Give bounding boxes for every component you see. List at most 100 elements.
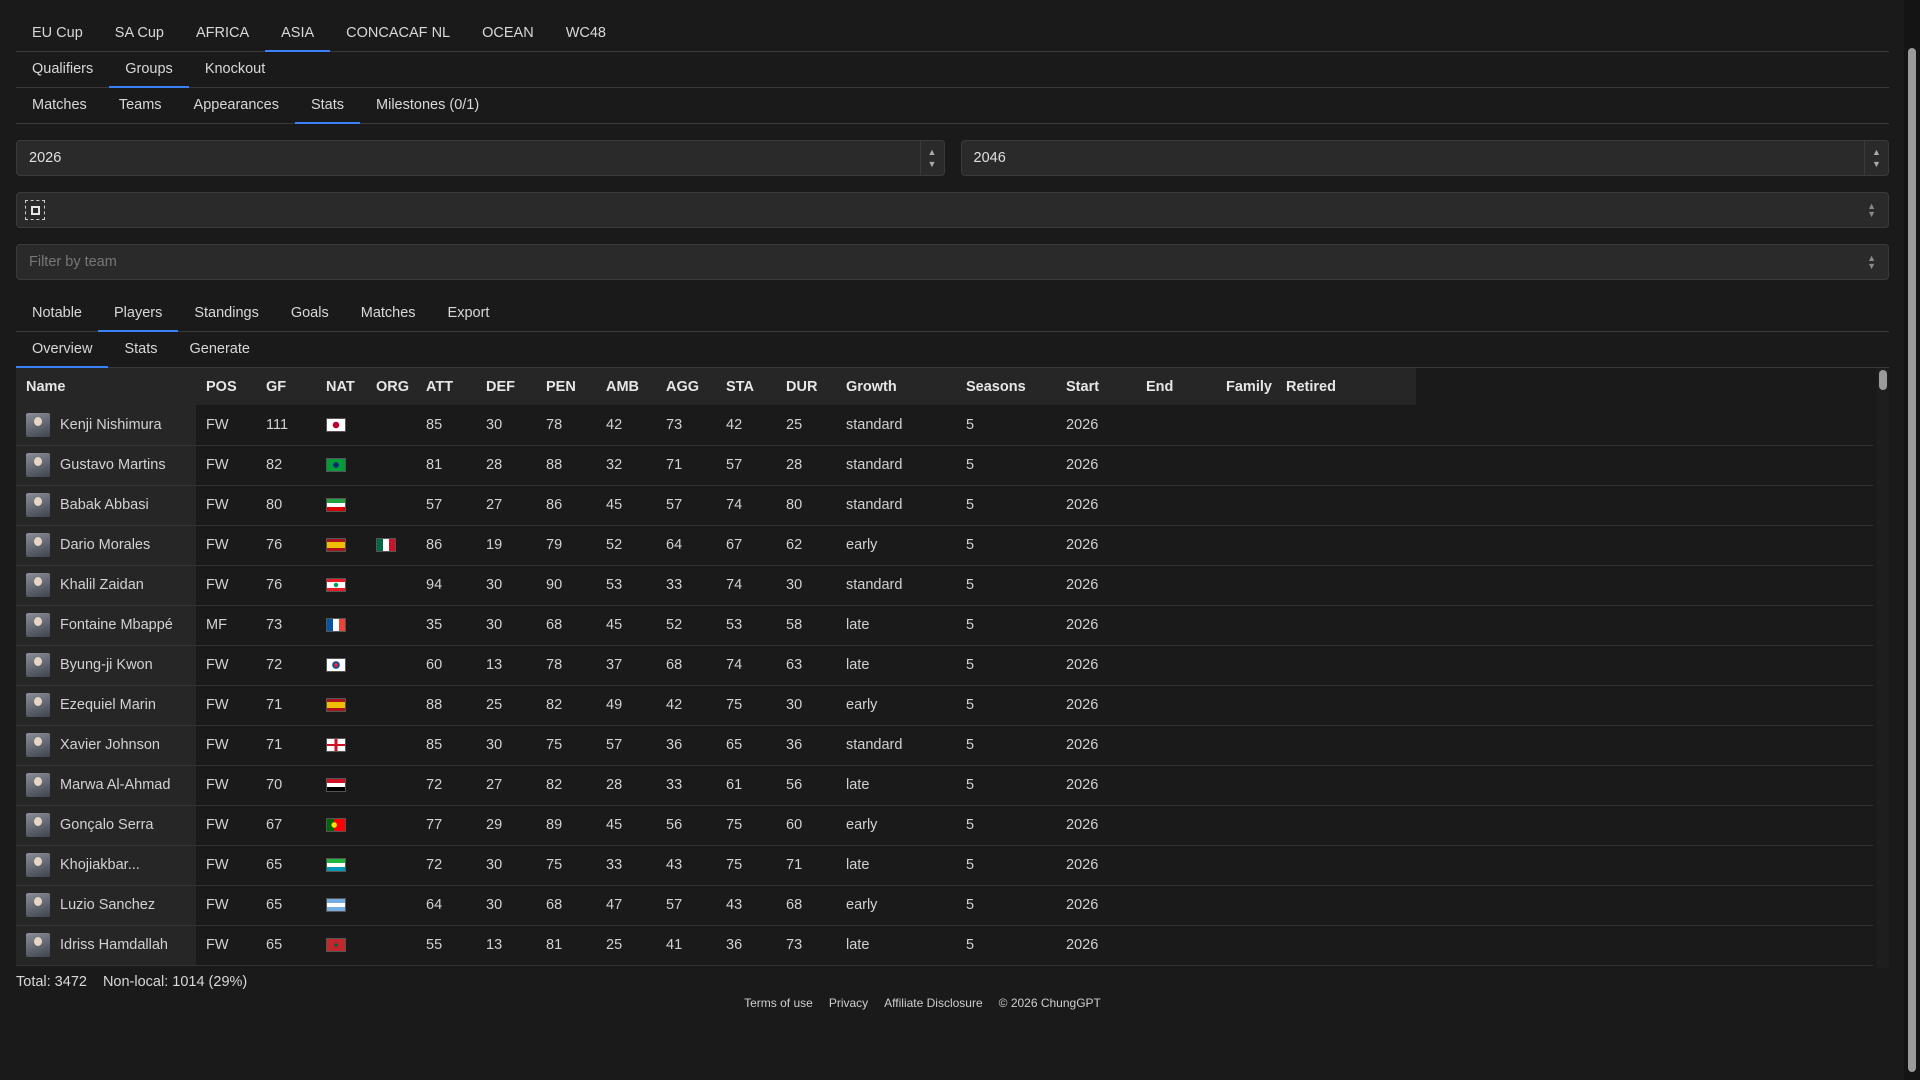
player-name-cell[interactable]: Xavier Johnson	[16, 725, 196, 766]
table-row[interactable]: Idriss Hamdallah FW 65 55 13 81 25 41 36 73 late 5 2…	[16, 925, 1873, 966]
tab-overview[interactable]: Overview	[16, 332, 109, 368]
column-header-agg[interactable]: AGG	[656, 368, 716, 405]
terms-link[interactable]: Terms of use	[744, 996, 813, 1010]
column-header-org[interactable]: ORG	[366, 368, 416, 405]
page-scrollbar[interactable]	[1904, 0, 1920, 1080]
column-header-pos[interactable]: POS	[196, 368, 256, 405]
column-header-end[interactable]: End	[1136, 368, 1216, 405]
player-name-cell[interactable]: Dario Morales	[16, 525, 196, 566]
player-name[interactable]: Khalil Zaidan	[60, 577, 144, 593]
team-filter-select[interactable]: Filter by team ▲ ▼	[16, 244, 1889, 280]
player-name[interactable]: Marwa Al-Ahmad	[60, 777, 170, 793]
tab-wc48[interactable]: WC48	[550, 16, 622, 52]
chevron-down-icon[interactable]: ▼	[1872, 158, 1881, 170]
year-to-input[interactable]: 2046 ▲ ▼	[960, 140, 1889, 176]
player-name[interactable]: Gustavo Martins	[60, 457, 166, 473]
column-header-nat[interactable]: NAT	[316, 368, 366, 405]
chevron-up-icon[interactable]: ▲	[1872, 146, 1881, 158]
player-name[interactable]: Dario Morales	[60, 537, 150, 553]
player-name-cell[interactable]: Gonçalo Serra	[16, 805, 196, 846]
tab-generate[interactable]: Generate	[173, 332, 265, 368]
player-name[interactable]: Gonçalo Serra	[60, 817, 154, 833]
tab-asia[interactable]: ASIA	[265, 16, 331, 52]
column-header-growth[interactable]: Growth	[836, 368, 956, 405]
chevron-up-icon[interactable]: ▲	[928, 146, 937, 158]
table-row[interactable]: Xavier Johnson FW 71 85 30 75 57 36 65 36 standard…	[16, 725, 1873, 766]
tab-milestones[interactable]: Milestones (0/1)	[360, 88, 495, 124]
column-header-retired[interactable]: Retired	[1276, 368, 1416, 405]
player-name[interactable]: Idriss Hamdallah	[60, 937, 168, 953]
player-name-cell[interactable]: Byung-ji Kwon	[16, 645, 196, 686]
player-name[interactable]: Kenji Nishimura	[60, 417, 162, 433]
table-row[interactable]: Gustavo Martins FW 82 81 28 88 32 71 57 28 standar…	[16, 445, 1873, 486]
tab-stats[interactable]: Stats	[294, 88, 361, 124]
tab-goals[interactable]: Goals	[275, 296, 345, 332]
player-name-cell[interactable]: Khalil Zaidan	[16, 565, 196, 606]
column-header-def[interactable]: DEF	[476, 368, 536, 405]
table-row[interactable]: Dario Morales FW 76 86 19 79 52 64 67 62 early 5 202…	[16, 525, 1873, 566]
player-name-cell[interactable]: Fontaine Mbappé	[16, 605, 196, 646]
tab-matches[interactable]: Matches	[16, 88, 103, 124]
player-name-cell[interactable]: Luzio Sanchez	[16, 885, 196, 926]
player-name-cell[interactable]: Kenji Nishimura	[16, 405, 196, 446]
table-row[interactable]: Khojiakbar... FW 65 72 30 75 33 43 75 71 late 5 2026	[16, 845, 1873, 886]
player-name-cell[interactable]: Ezequiel Marin	[16, 685, 196, 726]
privacy-link[interactable]: Privacy	[829, 996, 868, 1010]
column-header-family[interactable]: Family	[1216, 368, 1276, 405]
affiliate-link[interactable]: Affiliate Disclosure	[884, 996, 982, 1010]
tab-concacaf-nl[interactable]: CONCACAF NL	[330, 16, 466, 52]
player-name[interactable]: Babak Abbasi	[60, 497, 149, 513]
tab-eu-cup[interactable]: EU Cup	[16, 16, 99, 52]
tab-qualifiers[interactable]: Qualifiers	[16, 52, 109, 88]
column-header-dur[interactable]: DUR	[776, 368, 836, 405]
tab-sa-cup[interactable]: SA Cup	[99, 16, 180, 52]
tab-export[interactable]: Export	[432, 296, 506, 332]
tab-appearances[interactable]: Appearances	[178, 88, 295, 124]
player-name-cell[interactable]: Khojiakbar...	[16, 845, 196, 886]
select-all-icon[interactable]	[25, 200, 45, 220]
page-scrollbar-thumb[interactable]	[1908, 48, 1916, 1072]
table-scrollbar[interactable]	[1877, 368, 1889, 968]
tab-teams[interactable]: Teams	[103, 88, 178, 124]
table-scrollbar-thumb[interactable]	[1879, 370, 1887, 390]
column-header-sta[interactable]: STA	[716, 368, 776, 405]
player-name[interactable]: Xavier Johnson	[60, 737, 160, 753]
column-header-gf[interactable]: GF	[256, 368, 316, 405]
player-name-cell[interactable]: Marwa Al-Ahmad	[16, 765, 196, 806]
player-name[interactable]: Fontaine Mbappé	[60, 617, 173, 633]
player-name[interactable]: Khojiakbar...	[60, 857, 140, 873]
player-name[interactable]: Byung-ji Kwon	[60, 657, 153, 673]
selection-select[interactable]: ▲ ▼	[16, 192, 1889, 228]
column-header-seasons[interactable]: Seasons	[956, 368, 1056, 405]
column-header-pen[interactable]: PEN	[536, 368, 596, 405]
player-name-cell[interactable]: Idriss Hamdallah	[16, 925, 196, 966]
tab-notable[interactable]: Notable	[16, 296, 98, 332]
tab-africa[interactable]: AFRICA	[180, 16, 265, 52]
column-header-att[interactable]: ATT	[416, 368, 476, 405]
tab-player-stats[interactable]: Stats	[108, 332, 173, 368]
player-name[interactable]: Ezequiel Marin	[60, 697, 156, 713]
table-row[interactable]: Khalil Zaidan FW 76 94 30 90 53 33 74 30 standard 5…	[16, 565, 1873, 606]
tab-standings[interactable]: Standings	[178, 296, 275, 332]
column-header-start[interactable]: Start	[1056, 368, 1136, 405]
tab-section-matches[interactable]: Matches	[345, 296, 432, 332]
table-row[interactable]: Gonçalo Serra FW 67 77 29 89 45 56 75 60 early 5 202…	[16, 805, 1873, 846]
player-name-cell[interactable]: Gustavo Martins	[16, 445, 196, 486]
year-from-input[interactable]: 2026 ▲ ▼	[16, 140, 945, 176]
year-to-stepper[interactable]: ▲ ▼	[1864, 141, 1888, 175]
table-row[interactable]: Babak Abbasi FW 80 57 27 86 45 57 74 80 standard 5 2…	[16, 485, 1873, 526]
tab-ocean[interactable]: OCEAN	[466, 16, 550, 52]
chevron-down-icon[interactable]: ▼	[928, 158, 937, 170]
table-row[interactable]: Byung-ji Kwon FW 72 60 13 78 37 68 74 63 late 5 2026	[16, 645, 1873, 686]
table-row[interactable]: Kenji Nishimura FW 111 85 30 78 42 73 42 25 standa…	[16, 405, 1873, 446]
player-name-cell[interactable]: Babak Abbasi	[16, 485, 196, 526]
column-header-name[interactable]: Name	[16, 368, 196, 405]
tab-knockout[interactable]: Knockout	[189, 52, 281, 88]
table-row[interactable]: Ezequiel Marin FW 71 88 25 82 49 42 75 30 early 5 20…	[16, 685, 1873, 726]
tab-players[interactable]: Players	[97, 296, 179, 332]
table-row[interactable]: Marwa Al-Ahmad FW 70 72 27 82 28 33 61 56 late 5 202…	[16, 765, 1873, 806]
table-row[interactable]: Luzio Sanchez FW 65 64 30 68 47 57 43 68 early 5 202…	[16, 885, 1873, 926]
table-row[interactable]: Fontaine Mbappé MF 73 35 30 68 45 52 53 58 late 5 20…	[16, 605, 1873, 646]
player-name[interactable]: Luzio Sanchez	[60, 897, 155, 913]
year-from-stepper[interactable]: ▲ ▼	[919, 141, 944, 175]
